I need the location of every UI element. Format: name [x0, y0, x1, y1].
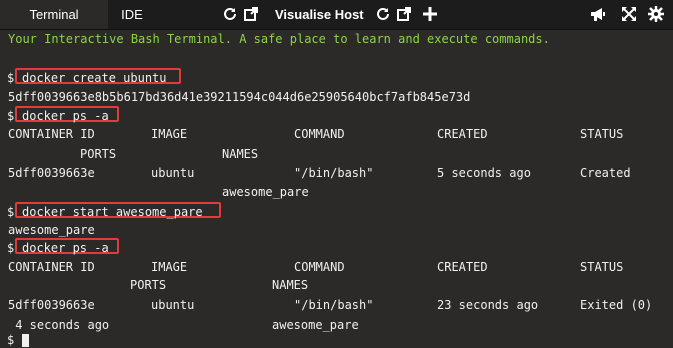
column-header: CREATED — [437, 260, 488, 274]
refresh-icon[interactable] — [375, 6, 391, 22]
tab-terminal[interactable]: Terminal — [0, 0, 108, 29]
top-toolbar: Terminal IDE Visualise Host — [0, 0, 673, 30]
table-cell: 5 seconds ago — [437, 166, 531, 180]
welcome-message: Your Interactive Bash Terminal. A safe p… — [8, 32, 550, 46]
column-header: IMAGE — [151, 127, 188, 141]
column-header: COMMAND — [294, 260, 345, 274]
table-cell: "/bin/bash" — [294, 166, 374, 180]
column-header: STATUS — [580, 260, 624, 274]
tab-ide[interactable]: IDE — [108, 0, 156, 29]
external-link-icon[interactable] — [243, 6, 259, 22]
megaphone-icon[interactable] — [590, 6, 606, 22]
column-header: PORTS — [130, 278, 167, 292]
external-link-icon[interactable] — [396, 6, 412, 22]
command-line: docker ps -a — [22, 241, 109, 255]
command-line: docker create ubuntu — [22, 71, 167, 85]
column-header: CONTAINER ID — [8, 127, 95, 141]
output-line: 5dff0039663e8b5b617bd36d41e39211594c044d… — [8, 90, 471, 104]
table-cell: 23 seconds ago — [437, 298, 539, 312]
prompt: $ — [7, 71, 15, 85]
column-header: CREATED — [437, 127, 488, 141]
command-line: docker start awesome_pare — [22, 205, 203, 219]
column-header: NAMES — [272, 278, 309, 292]
table-cell: ubuntu — [151, 298, 195, 312]
settings-icon[interactable] — [648, 6, 664, 22]
table-cell: awesome_pare — [272, 318, 359, 332]
column-header: CONTAINER ID — [8, 260, 95, 274]
prompt: $ — [7, 205, 15, 219]
table-cell: 4 seconds ago — [8, 318, 110, 332]
cursor — [22, 334, 29, 347]
output-line: awesome_pare — [8, 223, 95, 237]
column-header: PORTS — [80, 147, 117, 161]
command-line: docker ps -a — [22, 109, 109, 123]
prompt: $ — [7, 109, 15, 123]
table-cell: 5dff0039663e — [8, 166, 95, 180]
column-header: NAMES — [222, 147, 259, 161]
column-header: COMMAND — [294, 127, 345, 141]
prompt: $ — [7, 333, 15, 347]
fullscreen-icon[interactable] — [621, 6, 637, 22]
terminal-output[interactable]: Your Interactive Bash Terminal. A safe p… — [0, 30, 673, 347]
prompt: $ — [7, 241, 15, 255]
table-cell: "/bin/bash" — [294, 298, 374, 312]
terminal-app: Terminal IDE Visualise Host Your Interac… — [0, 0, 673, 347]
table-cell: Exited (0) — [580, 298, 653, 312]
table-cell: Created — [580, 166, 631, 180]
column-header: STATUS — [580, 127, 624, 141]
column-header: IMAGE — [151, 260, 188, 274]
visualise-host-label[interactable]: Visualise Host — [275, 0, 364, 29]
table-cell: awesome_pare — [222, 185, 309, 199]
table-cell: 5dff0039663e — [8, 298, 95, 312]
refresh-icon[interactable] — [222, 6, 238, 22]
table-cell: ubuntu — [151, 166, 195, 180]
plus-icon[interactable] — [422, 6, 438, 22]
